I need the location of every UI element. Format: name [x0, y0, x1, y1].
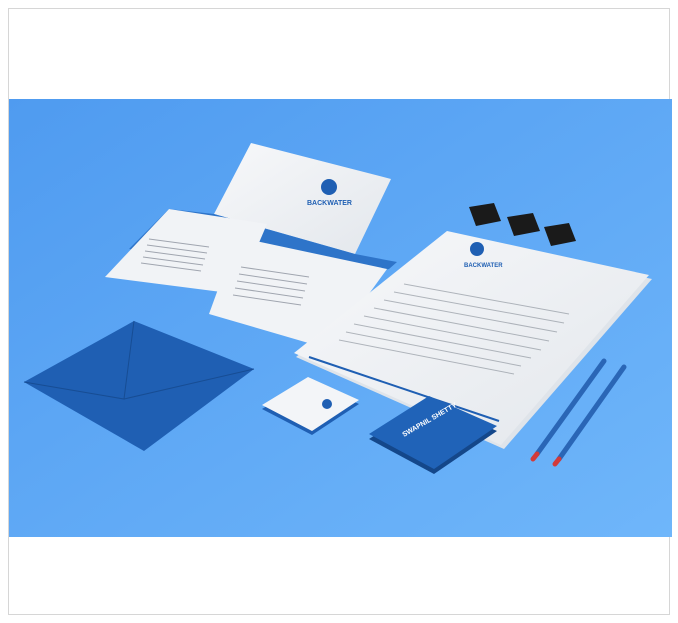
stationery-mockup-photo: BACKWATER BACKWATER SWAPNIL SHETTY [9, 99, 672, 537]
pencil-1-eraser [530, 451, 540, 462]
letterhead-logo-icon [470, 242, 484, 256]
brochure-logo-icon [321, 179, 337, 195]
letterhead-logo-text: BACKWATER [464, 263, 503, 269]
mockup-illustration: BACKWATER BACKWATER SWAPNIL SHETTY [9, 99, 672, 537]
pencil-2-eraser [552, 456, 562, 467]
brochure-logo-text: BACKWATER [307, 200, 352, 207]
card-logo-icon [322, 399, 332, 409]
